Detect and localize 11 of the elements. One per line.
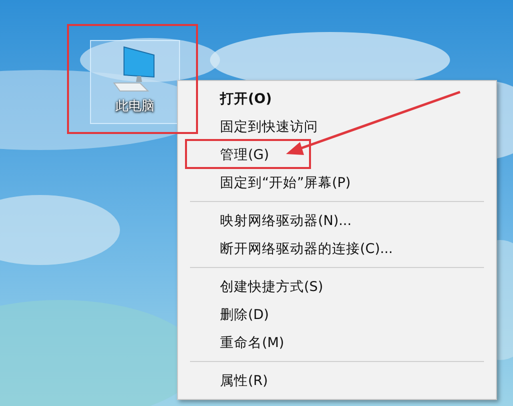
menu-item[interactable]: 固定到快速访问 [178, 113, 496, 141]
menu-item[interactable]: 固定到“开始”屏幕(P) [178, 169, 496, 197]
menu-item[interactable]: 删除(D) [178, 301, 496, 329]
menu-item[interactable]: 映射网络驱动器(N)... [178, 207, 496, 235]
menu-item[interactable]: 重命名(M) [178, 329, 496, 357]
menu-item[interactable]: 管理(G) [178, 141, 496, 169]
menu-item[interactable]: 断开网络驱动器的连接(C)... [178, 235, 496, 263]
menu-item[interactable]: 属性(R) [178, 367, 496, 395]
menu-item[interactable]: 打开(O) [178, 85, 496, 113]
icon-label: 此电脑 [116, 98, 154, 115]
menu-item[interactable]: 创建快捷方式(S) [178, 273, 496, 301]
